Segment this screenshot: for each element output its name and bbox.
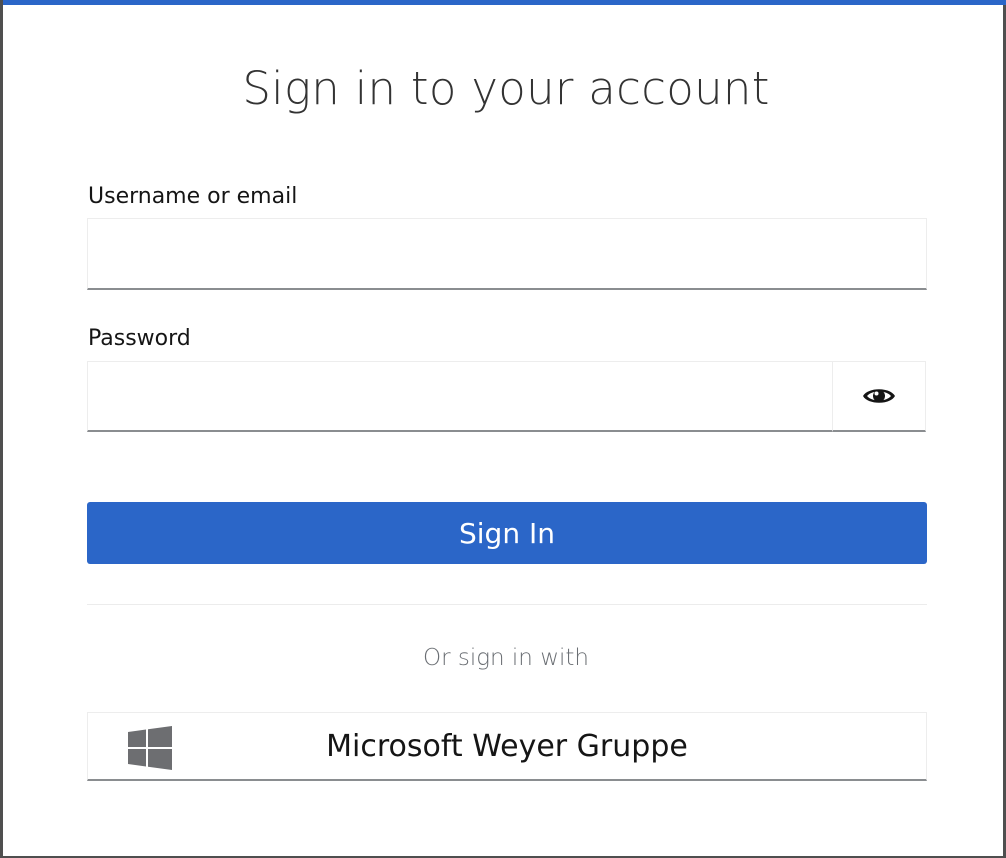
username-field-wrapper: [87, 218, 927, 290]
show-password-button[interactable]: [832, 361, 926, 432]
password-input[interactable]: [88, 362, 832, 430]
accent-top-bar: [3, 0, 1006, 5]
social-divider-text: Or sign in with: [422, 645, 589, 671]
password-field-wrapper: [87, 361, 833, 432]
username-input[interactable]: [88, 219, 926, 288]
password-label: Password: [88, 326, 191, 351]
eye-icon: [863, 389, 895, 403]
microsoft-login-label: Microsoft Weyer Gruppe: [326, 728, 688, 764]
microsoft-login-button[interactable]: Microsoft Weyer Gruppe: [87, 712, 927, 781]
sign-in-button[interactable]: Sign In: [87, 502, 927, 564]
page-title: Sign in to your account: [242, 62, 770, 115]
login-card: Sign in to your account Username or emai…: [0, 0, 1006, 858]
divider: [87, 604, 927, 605]
username-label: Username or email: [88, 184, 298, 209]
